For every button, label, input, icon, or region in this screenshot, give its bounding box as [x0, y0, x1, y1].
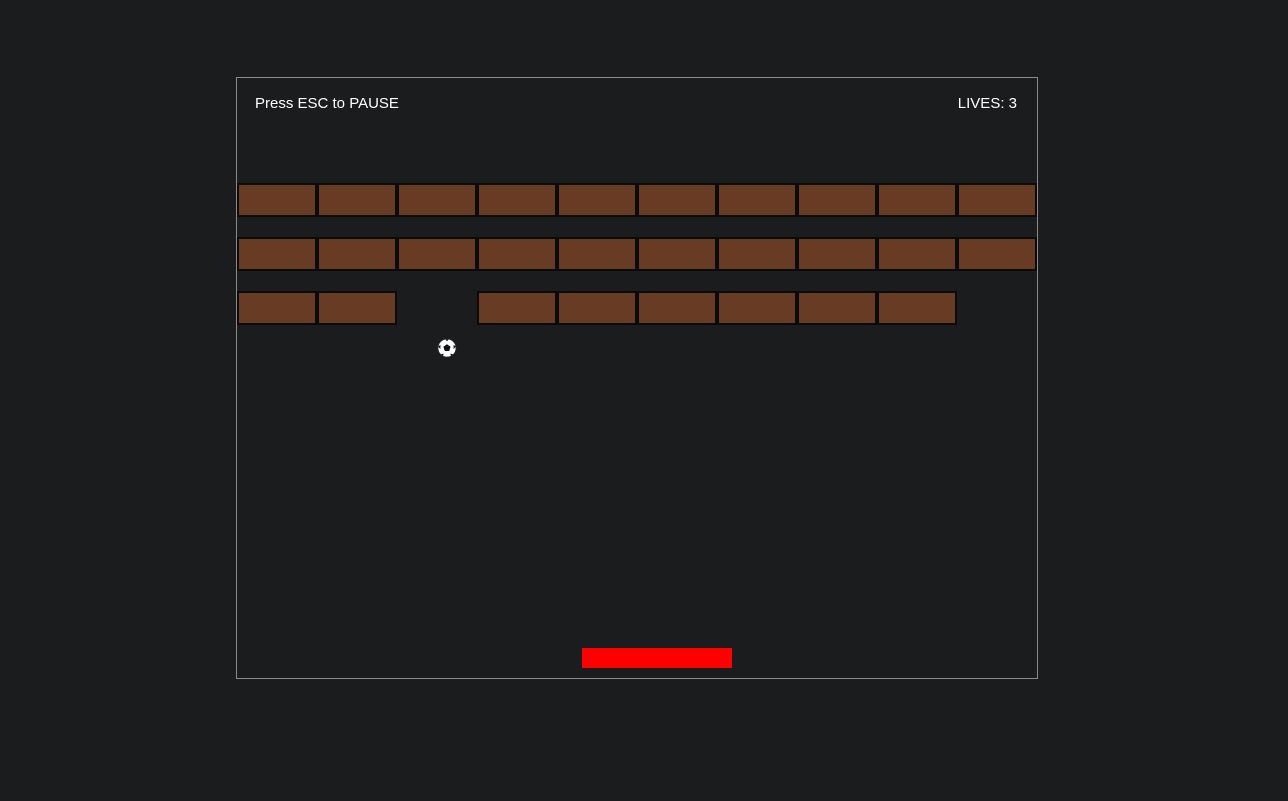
paddle[interactable]	[582, 648, 732, 668]
pause-hint: Press ESC to PAUSE	[255, 95, 399, 112]
brick	[557, 291, 637, 325]
brick	[637, 291, 717, 325]
brick	[557, 183, 637, 217]
brick	[397, 183, 477, 217]
brick	[317, 237, 397, 271]
brick	[877, 237, 957, 271]
brick	[477, 237, 557, 271]
brick	[317, 183, 397, 217]
soccer-ball-icon	[437, 338, 457, 358]
brick	[317, 291, 397, 325]
brick	[637, 237, 717, 271]
brick	[797, 183, 877, 217]
lives-counter: LIVES: 3	[957, 95, 1017, 112]
game-board[interactable]: Press ESC to PAUSE LIVES: 3	[236, 77, 1038, 679]
brick	[717, 291, 797, 325]
brick	[877, 183, 957, 217]
brick	[237, 291, 317, 325]
brick	[797, 237, 877, 271]
brick	[717, 183, 797, 217]
brick	[957, 183, 1037, 217]
brick	[797, 291, 877, 325]
brick	[557, 237, 637, 271]
brick	[957, 237, 1037, 271]
brick	[717, 237, 797, 271]
brick	[477, 183, 557, 217]
brick	[237, 183, 317, 217]
brick	[237, 237, 317, 271]
brick	[397, 237, 477, 271]
brick	[477, 291, 557, 325]
brick	[877, 291, 957, 325]
brick	[637, 183, 717, 217]
